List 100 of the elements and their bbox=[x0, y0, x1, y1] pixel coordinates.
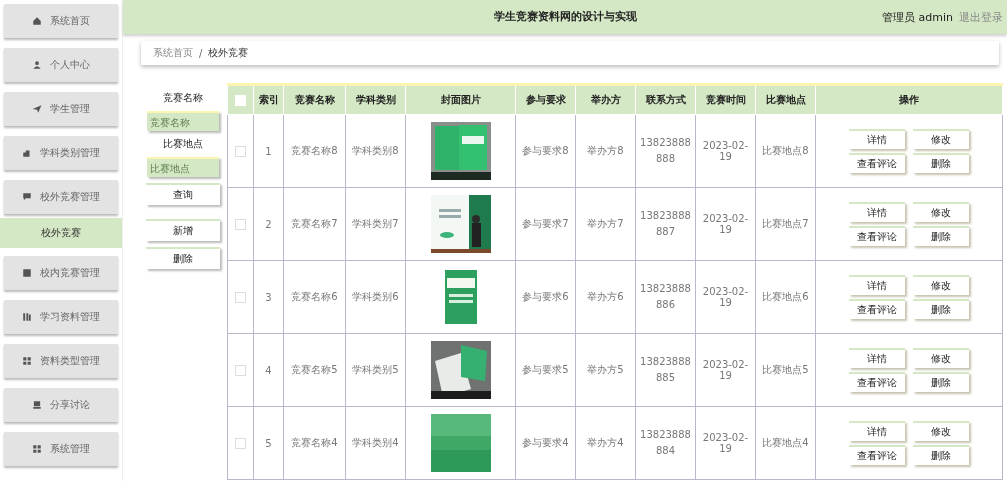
table-cell: 学科类别8 bbox=[345, 114, 406, 188]
field-label: 比赛地点 bbox=[163, 137, 203, 151]
table-cell: 竞赛名称6 bbox=[283, 260, 346, 334]
table-cell: 2 bbox=[253, 187, 284, 261]
table-cell: 比赛地点4 bbox=[755, 406, 816, 480]
row-action-button[interactable]: 删除 bbox=[913, 445, 969, 465]
chat-icon bbox=[22, 192, 32, 202]
row-action-button[interactable]: 查看评论 bbox=[849, 372, 905, 392]
grid-icon bbox=[22, 356, 32, 366]
row-action-button[interactable]: 查看评论 bbox=[849, 445, 905, 465]
breadcrumb-link[interactable]: 校外竞赛 bbox=[208, 46, 249, 60]
sidebar-item[interactable]: 个人中心 bbox=[4, 48, 118, 82]
row-action-button[interactable]: 修改 bbox=[913, 202, 969, 222]
action-button[interactable]: 新增 bbox=[146, 219, 220, 241]
sidebar-item[interactable]: 系统管理 bbox=[4, 432, 118, 466]
sidebar-subitem[interactable]: 校外竞赛 bbox=[0, 218, 122, 248]
table-cell: 竞赛名称5 bbox=[283, 333, 346, 407]
search-field[interactable]: 比赛地点 bbox=[147, 157, 219, 177]
row-checkbox[interactable] bbox=[235, 364, 246, 376]
table-cell: 比赛地点7 bbox=[755, 187, 816, 261]
books-icon bbox=[22, 312, 32, 322]
search-field[interactable]: 竞赛名称 bbox=[147, 111, 219, 131]
table-cell: 参与要求7 bbox=[515, 187, 576, 261]
sidebar-item[interactable]: 校外竞赛管理 bbox=[4, 180, 118, 214]
table-cell: 2023-02-19 bbox=[695, 406, 756, 480]
row-checkbox[interactable] bbox=[235, 218, 246, 230]
table-cell: 竞赛名称7 bbox=[283, 187, 346, 261]
action-button[interactable]: 查询 bbox=[146, 183, 220, 205]
table-cell: 举办方4 bbox=[575, 406, 636, 480]
table-cell: 参与要求5 bbox=[515, 333, 576, 407]
action-button[interactable]: 删除 bbox=[146, 247, 220, 269]
table-cell: 学科类别5 bbox=[345, 333, 406, 407]
sidebar-item[interactable]: 校内竞赛管理 bbox=[4, 256, 118, 290]
sidebar-item[interactable]: 学生管理 bbox=[4, 92, 118, 126]
table-cell: 5 bbox=[253, 406, 284, 480]
row-action-button[interactable]: 查看评论 bbox=[849, 153, 905, 173]
building-icon bbox=[22, 148, 32, 158]
table-cell: 比赛地点5 bbox=[755, 333, 816, 407]
column-header: 参与要求 bbox=[515, 84, 576, 115]
row-action-button[interactable]: 删除 bbox=[913, 372, 969, 392]
row-checkbox[interactable] bbox=[235, 145, 246, 157]
row-action-button[interactable]: 修改 bbox=[913, 421, 969, 441]
page-title: 学生竞赛资料网的设计与实现 bbox=[493, 10, 637, 24]
row-action-button[interactable]: 详情 bbox=[849, 202, 905, 222]
table-cell: 竞赛名称8 bbox=[283, 114, 346, 188]
table-cell: 比赛地点8 bbox=[755, 114, 816, 188]
table-cell: 举办方8 bbox=[575, 114, 636, 188]
table-cell: 13823888886 bbox=[635, 260, 696, 334]
row-action-button[interactable]: 修改 bbox=[913, 348, 969, 368]
table-cell: 学科类别6 bbox=[345, 260, 406, 334]
home-icon bbox=[32, 16, 42, 26]
table-cell: 4 bbox=[253, 333, 284, 407]
column-header: 学科类别 bbox=[345, 84, 406, 115]
table-cell: 举办方7 bbox=[575, 187, 636, 261]
sidebar-item[interactable]: 学习资料管理 bbox=[4, 300, 118, 334]
table-cell: 竞赛名称4 bbox=[283, 406, 346, 480]
sidebar-item[interactable]: 资料类型管理 bbox=[4, 344, 118, 378]
column-header: 比赛地点 bbox=[755, 84, 816, 115]
monitor-icon bbox=[32, 400, 42, 410]
row-action-button[interactable]: 删除 bbox=[913, 299, 969, 319]
row-checkbox[interactable] bbox=[235, 437, 246, 449]
row-action-button[interactable]: 详情 bbox=[849, 348, 905, 368]
table-cell: 2023-02-19 bbox=[695, 114, 756, 188]
table-cell: 13823888885 bbox=[635, 333, 696, 407]
table-cell: 13823888884 bbox=[635, 406, 696, 480]
table-cell: 2023-02-19 bbox=[695, 333, 756, 407]
sidebar-item[interactable]: 分享讨论 bbox=[4, 388, 118, 422]
table-cell: 举办方6 bbox=[575, 260, 636, 334]
user-label: 管理员 admin bbox=[882, 10, 953, 25]
row-action-button[interactable]: 详情 bbox=[849, 421, 905, 441]
row-action-button[interactable]: 删除 bbox=[913, 153, 969, 173]
select-all-checkbox[interactable] bbox=[235, 94, 246, 106]
row-action-button[interactable]: 查看评论 bbox=[849, 299, 905, 319]
table-cell: 举办方5 bbox=[575, 333, 636, 407]
square-icon bbox=[22, 268, 32, 278]
row-action-button[interactable]: 修改 bbox=[913, 275, 969, 295]
row-action-button[interactable]: 查看评论 bbox=[849, 226, 905, 246]
column-header: 封面图片 bbox=[405, 84, 516, 115]
column-header: 索引 bbox=[253, 84, 284, 115]
table-cell: 2023-02-19 bbox=[695, 260, 756, 334]
table-cell: 学科类别7 bbox=[345, 187, 406, 261]
row-checkbox[interactable] bbox=[235, 291, 246, 303]
column-header: 操作 bbox=[815, 84, 1003, 115]
row-action-button[interactable]: 修改 bbox=[913, 129, 969, 149]
table-cell: 参与要求8 bbox=[515, 114, 576, 188]
sidebar-item[interactable]: 系统首页 bbox=[4, 4, 118, 38]
breadcrumb-separator: / bbox=[199, 47, 203, 59]
table-cell: 1 bbox=[253, 114, 284, 188]
row-action-button[interactable]: 详情 bbox=[849, 129, 905, 149]
paper-plane-icon bbox=[32, 104, 42, 114]
table-cell: 参与要求6 bbox=[515, 260, 576, 334]
table-cell: 比赛地点6 bbox=[755, 260, 816, 334]
sidebar-item[interactable]: 学科类别管理 bbox=[4, 136, 118, 170]
table-cell: 2023-02-19 bbox=[695, 187, 756, 261]
breadcrumb-link[interactable]: 系统首页 bbox=[153, 46, 193, 60]
table-cell: 参与要求4 bbox=[515, 406, 576, 480]
person-icon bbox=[32, 60, 42, 70]
row-action-button[interactable]: 详情 bbox=[849, 275, 905, 295]
row-action-button[interactable]: 删除 bbox=[913, 226, 969, 246]
grid-icon bbox=[32, 444, 42, 454]
